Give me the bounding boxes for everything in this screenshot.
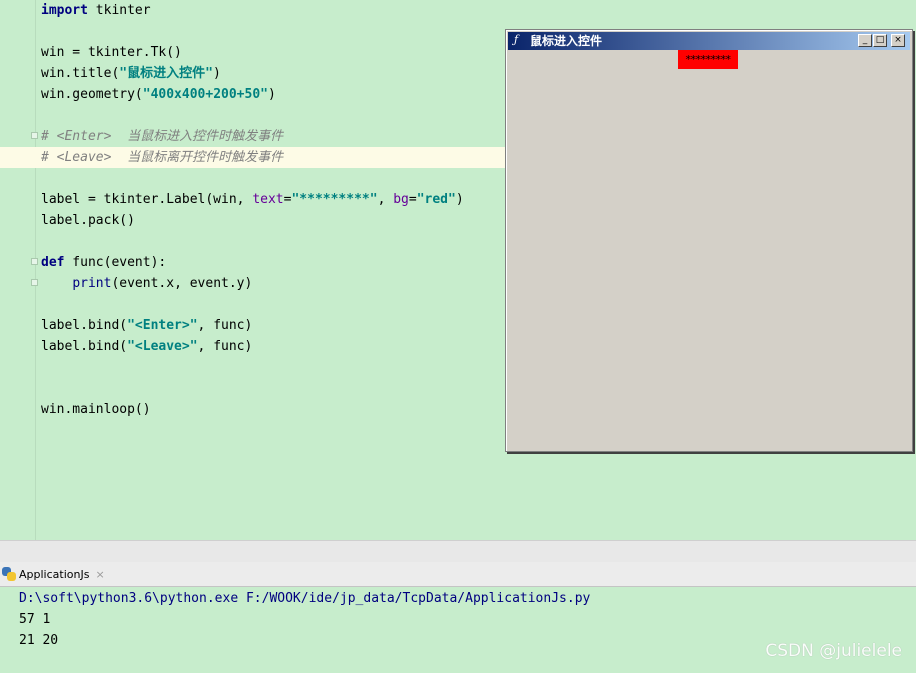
code-text: , [377, 192, 394, 207]
tk-window-title: 鼠标进入控件 [530, 34, 603, 48]
console-command-line: D:\soft\python3.6\python.exe F:/WOOK/ide… [19, 591, 591, 606]
code-text: = [408, 192, 417, 207]
code-text: label.bind( [41, 339, 128, 354]
code-text: ) [212, 66, 221, 81]
code-line-14: print(event.x, event.y) [41, 273, 252, 294]
code-line-4: win.title("鼠标进入控件") [41, 63, 221, 84]
keyword: def [41, 255, 65, 270]
code-text: win.geometry( [41, 87, 143, 102]
code-line-13: def func(event): [41, 252, 166, 273]
code-line-3: win = tkinter.Tk() [41, 42, 182, 63]
string-literal: "<Enter>" [127, 318, 198, 333]
string-literal: "400x400+200+50" [142, 87, 268, 102]
code-line-11: label.pack() [41, 213, 135, 228]
close-tab-icon[interactable]: × [95, 568, 104, 581]
minimize-button[interactable]: _ [858, 34, 872, 47]
watermark: CSDN @julielele [765, 641, 902, 661]
run-tab-applicationjs[interactable]: ApplicationJs × [0, 562, 111, 586]
code-text: win = tkinter.Tk() [41, 45, 182, 60]
code-line-10: label = tkinter.Label(win, text = "*******… [41, 189, 464, 210]
code-text: ) [267, 87, 276, 102]
keyword-argument: text [252, 192, 284, 207]
console-output-line: 57 1 [19, 612, 51, 627]
code-text: win.title( [41, 66, 120, 81]
editor-gutter [0, 0, 38, 540]
code-line-20: win.mainloop() [41, 402, 151, 417]
code-text: label = tkinter.Label(win, [41, 192, 253, 207]
code-line-17: label.bind("<Leave>", func) [41, 336, 252, 357]
code-text: label.bind( [41, 318, 128, 333]
run-tab-label: ApplicationJs [19, 567, 90, 581]
maximize-button[interactable]: □ [873, 34, 887, 47]
red-label[interactable]: ********* [678, 50, 738, 69]
code-text: ) [455, 192, 464, 207]
code-line-5: win.geometry("400x400+200+50") [41, 84, 276, 105]
run-tab-bar: ApplicationJs × [0, 562, 916, 587]
code-line-7: # <Enter> 当鼠标进入控件时触发事件 [41, 129, 284, 144]
string-literal: "red" [416, 192, 456, 207]
code-line-8: # <Leave> 当鼠标离开控件时触发事件 [41, 150, 284, 165]
string-literal: "<Leave>" [127, 339, 198, 354]
string-literal: "鼠标进入控件" [119, 66, 213, 81]
builtin-name: print [72, 276, 112, 291]
string-literal: "*********" [291, 192, 378, 207]
console-output-line: 21 20 [19, 633, 59, 648]
tk-window[interactable]: ƒ 鼠标进入控件 _ □ × ********* [505, 29, 913, 452]
close-button[interactable]: × [891, 34, 905, 47]
fold-marker[interactable] [31, 279, 38, 286]
panel-splitter[interactable] [0, 540, 916, 563]
code-text: tkinter [87, 3, 151, 18]
code-line-1: import tkinter [41, 0, 151, 21]
code-text: , func) [197, 339, 253, 354]
fold-marker[interactable] [31, 132, 38, 139]
fold-marker[interactable] [31, 258, 38, 265]
keyword: import [41, 3, 88, 18]
keyword-argument: bg [393, 192, 409, 207]
tk-window-titlebar[interactable]: ƒ 鼠标进入控件 _ □ × [508, 32, 910, 50]
code-line-16: label.bind("<Enter>", func) [41, 315, 252, 336]
tk-feather-icon: ƒ [514, 33, 519, 46]
code-text: (event.x, event.y) [111, 276, 253, 291]
code-text: , func) [197, 318, 253, 333]
python-icon [2, 567, 16, 581]
code-text: func(event): [64, 255, 167, 270]
